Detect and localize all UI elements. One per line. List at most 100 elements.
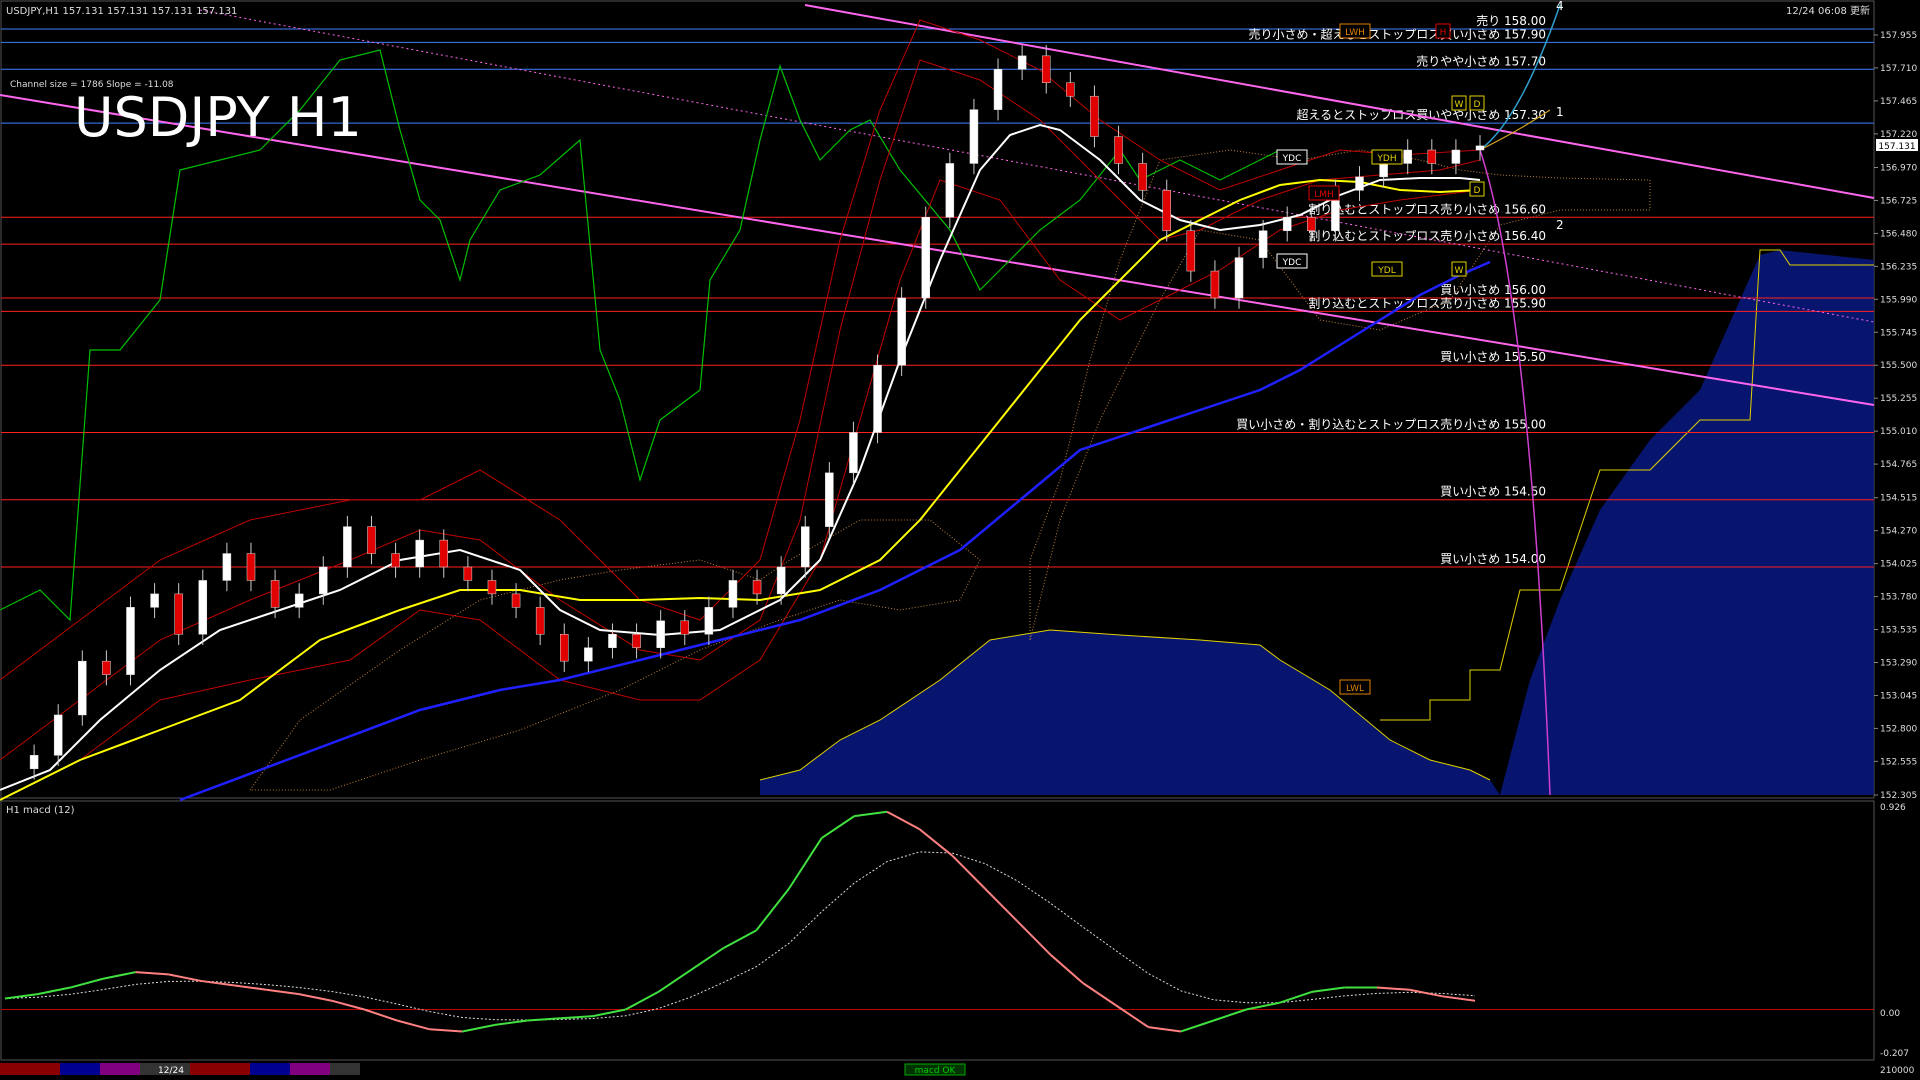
- candle-body: [222, 553, 232, 581]
- bottom-date: 12/24: [158, 1066, 184, 1076]
- candle-body: [1017, 55, 1027, 70]
- price-axis-label: 154.270: [1880, 527, 1917, 537]
- marker-box-label: W: [1455, 100, 1464, 110]
- candle-body: [535, 607, 545, 635]
- candle-body: [1427, 149, 1437, 164]
- candle-body: [29, 755, 39, 770]
- marker-box-label: LWH: [1345, 28, 1365, 38]
- candle-body: [632, 634, 641, 648]
- marker-box-label: D: [1474, 100, 1481, 110]
- price-axis-label: 157.710: [1880, 64, 1917, 74]
- candle-body: [487, 580, 497, 595]
- level-label: 割り込むとストップロス売り小さめ 155.90: [1308, 295, 1546, 310]
- candle-body: [825, 472, 834, 527]
- candle-body: [1090, 95, 1099, 137]
- candle-body: [198, 580, 208, 635]
- price-axis-label: 153.290: [1880, 659, 1917, 669]
- level-label: 超えるとストップロス買いやや小さめ 157.30: [1297, 107, 1546, 122]
- candle-body: [680, 620, 690, 635]
- chart-canvas[interactable]: 売り 158.00売り小さめ・超えるとストップロス買い小さめ 157.90 売りや…: [0, 0, 1920, 1080]
- candle-body: [1355, 176, 1364, 191]
- macd-axis-top: 0.926: [1880, 803, 1906, 813]
- candle-body: [174, 593, 183, 635]
- candle-body: [53, 714, 63, 756]
- price-axis-label: 157.955: [1880, 31, 1917, 41]
- candle-body: [945, 163, 955, 218]
- candle-body: [1379, 163, 1388, 178]
- marker-box-label: YDC: [1282, 154, 1302, 164]
- price-axis-label: 153.780: [1880, 593, 1917, 603]
- candle-body: [1114, 136, 1123, 164]
- price-axis-label: 153.045: [1880, 691, 1917, 701]
- candle-body: [849, 432, 858, 474]
- candle-body: [150, 593, 159, 608]
- level-label: 買い小さめ 154.00: [1440, 552, 1546, 566]
- price-axis-label: 155.990: [1880, 295, 1917, 305]
- candle-body: [246, 553, 256, 581]
- level-label: 買い小さめ 154.50: [1440, 485, 1546, 499]
- level-label: 買い小さめ・割り込むとストップロス売り小さめ 155.00: [1236, 416, 1546, 431]
- marker-box-label: YDL: [1377, 266, 1395, 276]
- price-axis-label: 156.725: [1880, 196, 1917, 206]
- candle-body: [584, 647, 593, 662]
- candle-body: [1451, 149, 1461, 164]
- candle-body: [921, 217, 930, 299]
- candle-body: [270, 580, 280, 608]
- marker-box-label: LMH: [1314, 190, 1334, 200]
- price-axis-label: 153.535: [1880, 626, 1917, 636]
- candle-body: [1186, 230, 1196, 272]
- macd-ok-label: macd OK: [915, 1066, 957, 1076]
- channel-label-4: 4: [1556, 0, 1564, 13]
- candle-body: [1041, 55, 1051, 84]
- candle-body: [608, 634, 617, 648]
- price-axis-label: 155.010: [1880, 427, 1917, 437]
- candle-body: [367, 526, 376, 554]
- candle-body: [294, 593, 304, 608]
- current-price-text: 157.131: [1878, 142, 1915, 152]
- candle-body: [560, 634, 569, 662]
- price-axis-label: 155.255: [1880, 394, 1917, 404]
- price-axis-label: 157.465: [1880, 97, 1917, 107]
- candle-body: [343, 526, 352, 568]
- candle-body: [391, 553, 400, 568]
- candle-body: [1234, 257, 1244, 299]
- level-label: 割り込むとストップロス売り小さめ 156.60: [1308, 201, 1546, 216]
- price-axis-label: 157.220: [1880, 130, 1917, 140]
- candle-body: [800, 526, 810, 568]
- candle-body: [993, 69, 1003, 110]
- candle-body: [1282, 217, 1292, 231]
- candle-body: [704, 607, 714, 635]
- candle-body: [415, 539, 424, 568]
- marker-box-label: H: [1440, 28, 1447, 38]
- price-axis-label: 155.745: [1880, 328, 1917, 338]
- candle-body: [126, 607, 135, 675]
- marker-box-label: YDC: [1282, 258, 1302, 268]
- price-axis-label: 154.025: [1880, 560, 1917, 570]
- channel-label-1: 1: [1556, 105, 1564, 119]
- candle-body: [752, 580, 762, 595]
- candle-body: [873, 364, 882, 433]
- marker-box-label: LWL: [1346, 684, 1364, 694]
- candle-body: [776, 566, 786, 595]
- candle-body: [1403, 149, 1412, 164]
- candle-body: [1475, 145, 1485, 151]
- level-label: 売り 158.00: [1476, 13, 1546, 28]
- price-axis-label: 152.555: [1880, 757, 1917, 767]
- symbol-info: USDJPY,H1 157.131 157.131 157.131 157.13…: [6, 6, 237, 17]
- candle-body: [1307, 217, 1316, 231]
- price-axis-label: 156.970: [1880, 163, 1917, 173]
- candle-body: [1066, 82, 1075, 97]
- macd-axis-zero: 0.00: [1880, 1009, 1900, 1019]
- level-label: 売り小さめ・超えるとストップロス買い小さめ 157.90: [1249, 26, 1546, 41]
- candle-body: [102, 660, 111, 675]
- candle-body: [463, 566, 473, 581]
- candle-body: [1138, 163, 1147, 191]
- chart-title: USDJPY H1: [74, 86, 362, 149]
- update-time: 12/24 06:08 更新: [1786, 4, 1870, 17]
- price-axis-label: 155.500: [1880, 361, 1917, 371]
- candle-body: [897, 297, 906, 366]
- candle-body: [78, 660, 87, 716]
- marker-box-label: YDH: [1376, 154, 1396, 164]
- channel-label-2: 2: [1556, 218, 1564, 232]
- bottom-right-value: 210000: [1880, 1066, 1915, 1076]
